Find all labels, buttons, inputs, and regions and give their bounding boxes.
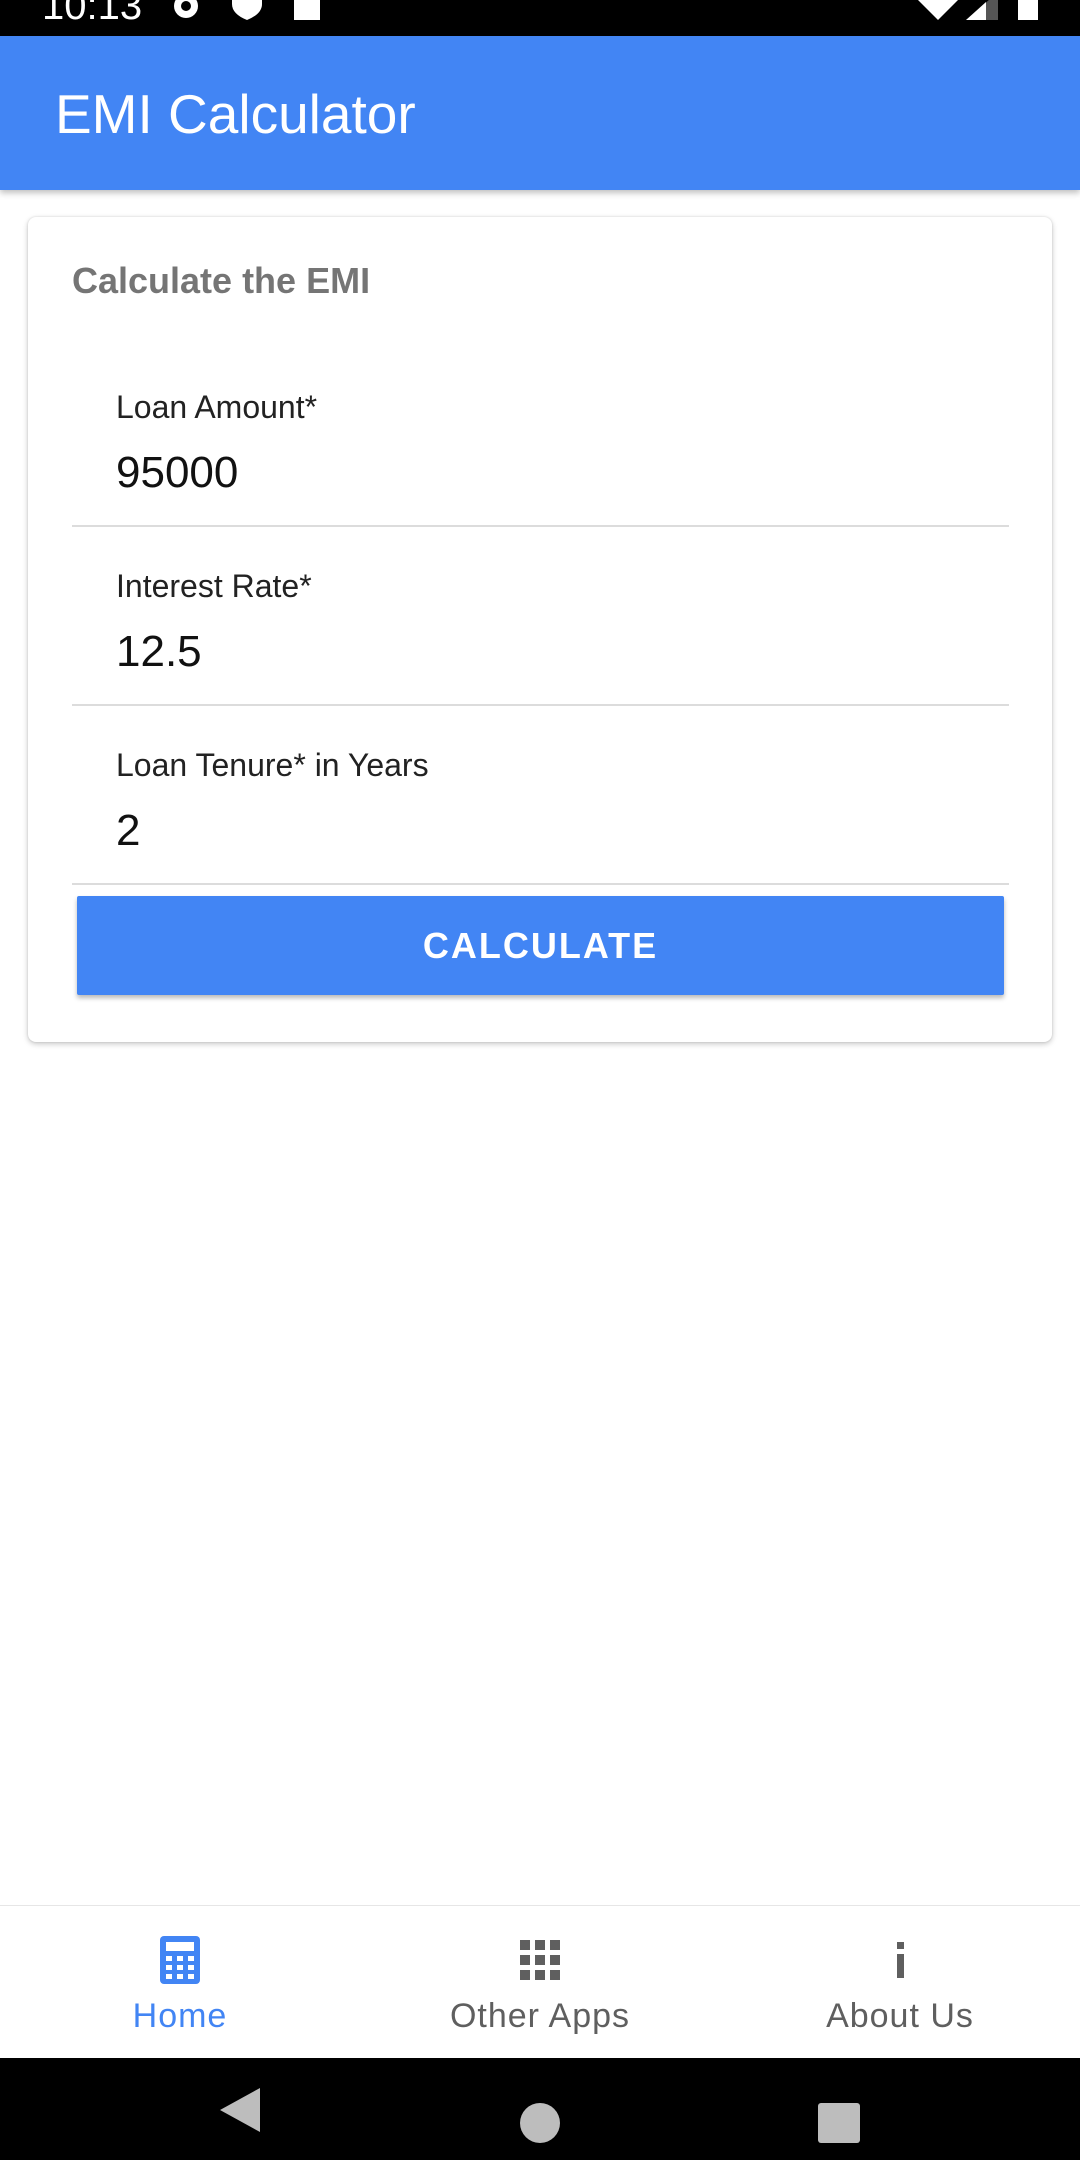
card-title: Calculate the EMI bbox=[72, 260, 371, 301]
bottom-navigation: Home Other Apps About Us bbox=[0, 1905, 1080, 2059]
app-bar: EMI Calculator bbox=[0, 36, 1080, 190]
cell-signal-icon bbox=[966, 0, 998, 20]
interest-rate-label: Interest Rate* bbox=[116, 568, 312, 604]
loan-tenure-input[interactable] bbox=[116, 805, 966, 857]
nav-label-about-us: About Us bbox=[826, 1997, 974, 2035]
home-circle-icon[interactable] bbox=[500, 2058, 580, 2160]
loan-amount-field: Loan Amount* bbox=[72, 347, 1009, 527]
interest-rate-field: Interest Rate* bbox=[72, 526, 1009, 706]
nav-item-about-us[interactable]: About Us bbox=[720, 1906, 1080, 2059]
interest-rate-input[interactable] bbox=[116, 626, 966, 678]
app-title: EMI Calculator bbox=[55, 83, 416, 145]
status-bar: 10:13 bbox=[0, 0, 1080, 36]
sd-card-icon bbox=[294, 0, 320, 20]
wifi-icon bbox=[918, 0, 958, 20]
loan-tenure-label: Loan Tenure* in Years bbox=[116, 747, 429, 783]
system-navigation-bar bbox=[0, 2058, 1080, 2160]
calculate-button[interactable]: CALCULATE bbox=[77, 896, 1004, 995]
recents-square-icon[interactable] bbox=[800, 2058, 880, 2160]
loan-amount-input[interactable] bbox=[116, 447, 966, 499]
calculator-icon bbox=[160, 1936, 200, 1984]
status-time: 10:13 bbox=[42, 0, 143, 28]
settings-icon bbox=[174, 0, 198, 18]
emi-form-card: Calculate the EMI Loan Amount* Interest … bbox=[28, 217, 1052, 1042]
nav-item-other-apps[interactable]: Other Apps bbox=[360, 1906, 720, 2059]
loan-amount-label: Loan Amount* bbox=[116, 389, 318, 425]
nav-item-home[interactable]: Home bbox=[0, 1906, 360, 2059]
nav-label-other-apps: Other Apps bbox=[449, 1997, 631, 2035]
emi-calculator-screen: 10:13 EMI Calculator Calculate the EMI L… bbox=[0, 0, 1080, 2160]
nav-label-home: Home bbox=[132, 1997, 228, 2035]
info-icon bbox=[897, 1942, 904, 1978]
back-icon[interactable] bbox=[200, 2058, 280, 2160]
battery-icon bbox=[1018, 0, 1038, 20]
shield-icon bbox=[232, 0, 262, 20]
apps-grid-icon bbox=[520, 1940, 560, 1980]
loan-tenure-field: Loan Tenure* in Years bbox=[72, 705, 1009, 885]
